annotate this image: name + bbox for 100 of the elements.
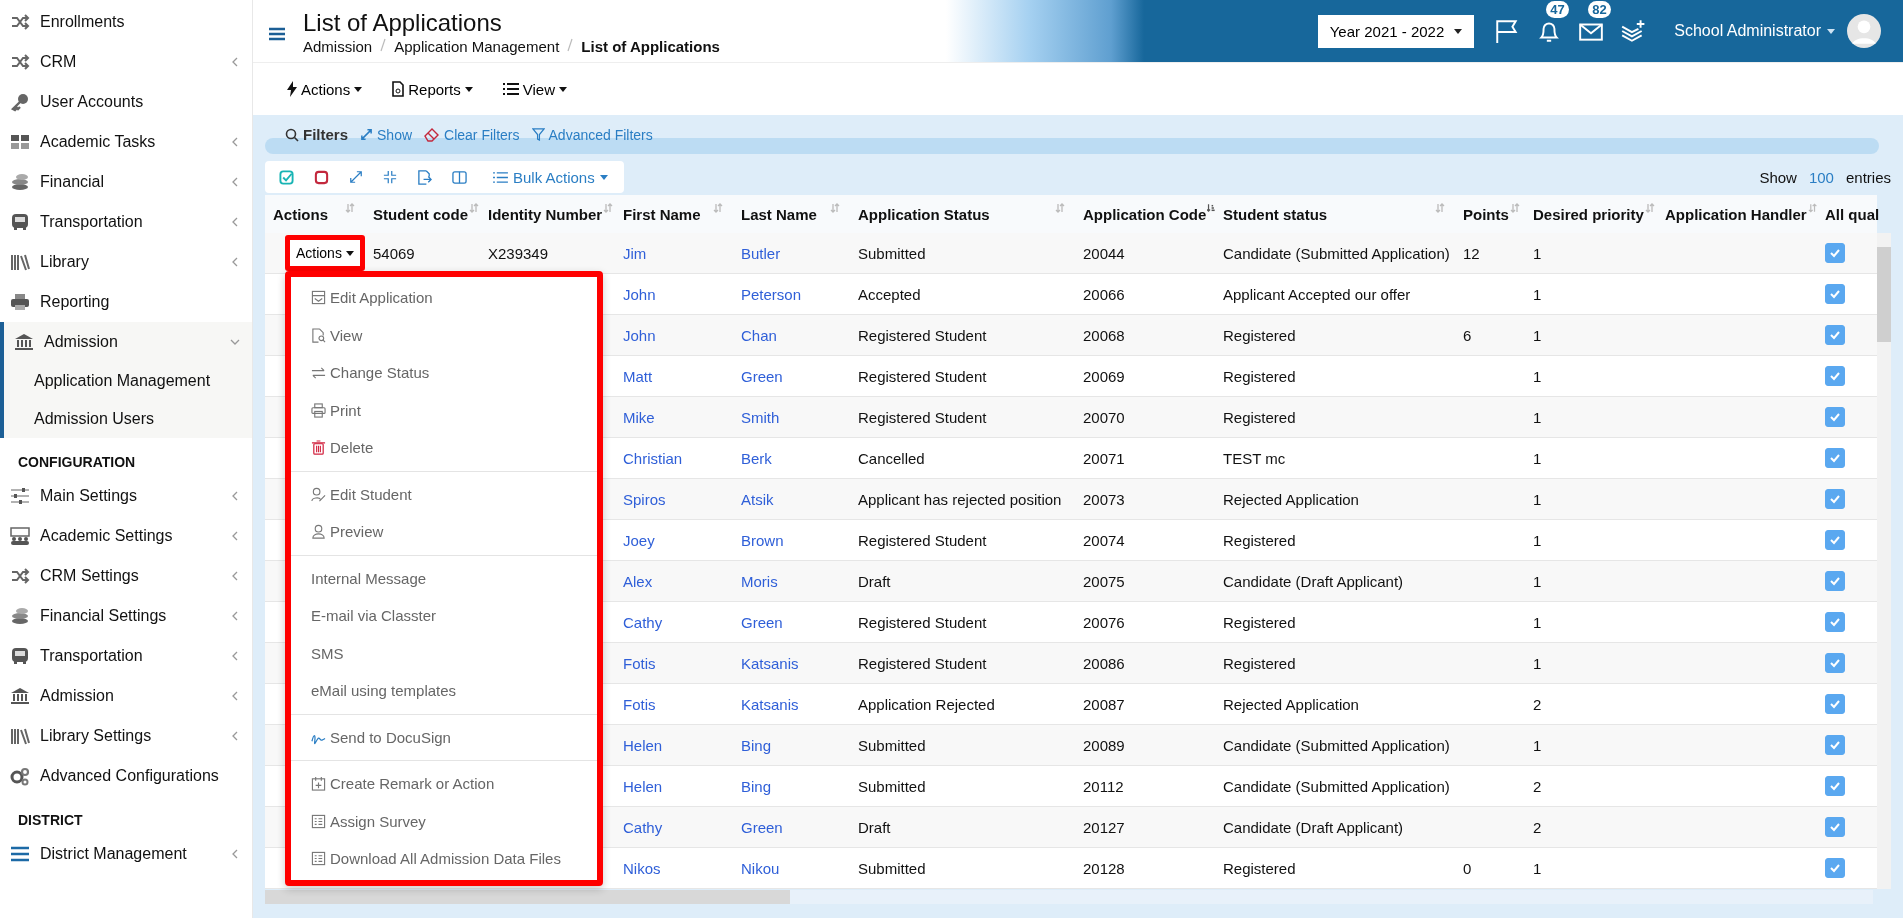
checked-checkbox[interactable]: [1825, 694, 1845, 714]
menu-item[interactable]: Assign Survey: [291, 802, 597, 840]
checked-checkbox[interactable]: [1825, 366, 1845, 386]
checked-checkbox[interactable]: [1825, 243, 1845, 263]
column-header[interactable]: First Name: [623, 205, 701, 223]
name-link[interactable]: Smith: [741, 408, 780, 426]
sort-ascending-icon[interactable]: [1207, 203, 1215, 213]
checked-checkbox[interactable]: [1825, 489, 1845, 509]
sidebar-item[interactable]: Library: [0, 242, 252, 282]
menu-item[interactable]: Delete: [291, 429, 597, 467]
name-link[interactable]: Brown: [741, 531, 784, 549]
menu-item[interactable]: Edit Application: [291, 279, 597, 317]
checked-checkbox[interactable]: [1825, 325, 1845, 345]
breadcrumb-item[interactable]: Admission: [303, 37, 373, 55]
sidebar-item[interactable]: User Accounts: [0, 82, 252, 122]
column-header[interactable]: Desired priority: [1533, 205, 1644, 223]
sidebar-item[interactable]: Admission: [0, 676, 252, 716]
name-link[interactable]: Joey: [623, 531, 655, 549]
checked-checkbox[interactable]: [1825, 612, 1845, 632]
name-link[interactable]: Katsanis: [741, 654, 799, 672]
sort-icon[interactable]: [713, 203, 723, 213]
checked-checkbox[interactable]: [1825, 530, 1845, 550]
name-link[interactable]: John: [623, 285, 656, 303]
menu-item[interactable]: Preview: [291, 513, 597, 551]
menu-item[interactable]: Create Remark or Action: [291, 765, 597, 803]
check-square-icon[interactable]: [279, 169, 294, 185]
sidebar-item[interactable]: CRM Settings: [0, 556, 252, 596]
sidebar-item[interactable]: District Management: [0, 834, 252, 874]
name-link[interactable]: Peterson: [741, 285, 802, 303]
layers-plus-icon[interactable]: [1620, 18, 1647, 44]
checked-checkbox[interactable]: [1825, 817, 1845, 837]
name-link[interactable]: Spiros: [623, 490, 666, 508]
name-link[interactable]: Green: [741, 613, 783, 631]
column-header[interactable]: Last Name: [741, 205, 817, 223]
column-header[interactable]: Actions: [273, 205, 328, 223]
menu-item[interactable]: View: [291, 316, 597, 354]
menu-item[interactable]: Internal Message: [291, 559, 597, 597]
name-link[interactable]: Christian: [623, 449, 683, 467]
toolbar-menu-button[interactable]: Reports: [382, 74, 483, 104]
compress-icon[interactable]: [383, 170, 397, 184]
name-link[interactable]: Chan: [741, 326, 777, 344]
menu-item[interactable]: Download All Admission Data Files: [291, 840, 597, 878]
sidebar-item[interactable]: Admission: [4, 322, 252, 362]
name-link[interactable]: Mike: [623, 408, 655, 426]
menu-item[interactable]: Change Status: [291, 354, 597, 392]
name-link[interactable]: Helen: [623, 736, 663, 754]
sidebar-item[interactable]: Library Settings: [0, 716, 252, 756]
sidebar-item[interactable]: Enrollments: [0, 2, 252, 42]
sort-icon[interactable]: [345, 203, 355, 213]
sidebar-item[interactable]: Academic Tasks: [0, 122, 252, 162]
name-link[interactable]: Nikos: [623, 859, 661, 877]
sort-icon[interactable]: [1055, 203, 1065, 213]
menu-item[interactable]: Edit Student: [291, 475, 597, 513]
checked-checkbox[interactable]: [1825, 571, 1845, 591]
checked-checkbox[interactable]: [1825, 735, 1845, 755]
column-header[interactable]: Student code: [373, 205, 468, 223]
name-link[interactable]: Atsik: [741, 490, 774, 508]
sidebar-item[interactable]: Advanced Configurations: [0, 756, 252, 796]
name-link[interactable]: Cathy: [623, 818, 663, 836]
checked-checkbox[interactable]: [1825, 653, 1845, 673]
page-size-select[interactable]: 100: [1808, 168, 1834, 186]
filter-link[interactable]: Show: [360, 126, 413, 143]
sidebar-subitem[interactable]: Admission Users: [4, 400, 252, 438]
menu-icon[interactable]: [269, 27, 285, 41]
name-link[interactable]: Butler: [741, 244, 781, 262]
avatar-icon[interactable]: [1847, 14, 1881, 48]
column-header[interactable]: Points: [1463, 205, 1509, 223]
filters-label[interactable]: Filters: [285, 126, 348, 143]
menu-item[interactable]: Send to DocuSign: [291, 718, 597, 756]
column-header[interactable]: Identity Number: [488, 205, 603, 223]
name-link[interactable]: Berk: [741, 449, 772, 467]
name-link[interactable]: Alex: [623, 572, 653, 590]
column-header[interactable]: Application Handler: [1665, 205, 1807, 223]
sort-icon[interactable]: [1807, 203, 1817, 213]
vertical-scrollbar[interactable]: [1877, 233, 1891, 889]
name-link[interactable]: Cathy: [623, 613, 663, 631]
filter-link[interactable]: Advanced Filters: [531, 126, 653, 143]
menu-item[interactable]: Print: [291, 391, 597, 429]
row-actions-button[interactable]: Actions: [285, 235, 365, 271]
sidebar-subitem[interactable]: Application Management: [4, 362, 252, 400]
checked-checkbox[interactable]: [1825, 407, 1845, 427]
checked-checkbox[interactable]: [1825, 284, 1845, 304]
name-link[interactable]: Fotis: [623, 695, 656, 713]
breadcrumb-item[interactable]: Application Management: [394, 37, 560, 55]
name-link[interactable]: Green: [741, 367, 783, 385]
sidebar-item[interactable]: Financial Settings: [0, 596, 252, 636]
column-header[interactable]: All qual: [1825, 205, 1880, 223]
square-icon[interactable]: [314, 169, 329, 185]
name-link[interactable]: Katsanis: [741, 695, 799, 713]
sort-icon[interactable]: [1509, 203, 1520, 213]
column-header[interactable]: Student status: [1223, 205, 1328, 223]
name-link[interactable]: Bing: [741, 736, 772, 754]
name-link[interactable]: Moris: [741, 572, 778, 590]
toolbar-menu-button[interactable]: Actions: [277, 74, 373, 104]
sort-icon[interactable]: [830, 203, 840, 213]
column-header[interactable]: Application Status: [858, 205, 990, 223]
filter-link[interactable]: Clear Filters: [424, 126, 520, 143]
export-icon[interactable]: [417, 169, 432, 185]
sort-icon[interactable]: [603, 203, 614, 213]
menu-item[interactable]: eMail using templates: [291, 672, 597, 710]
